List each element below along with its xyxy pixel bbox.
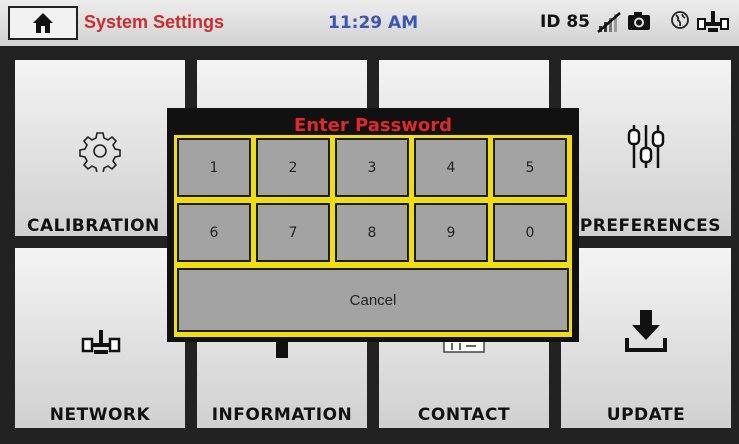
network-icon — [697, 11, 729, 32]
key-7[interactable]: 7 — [256, 203, 330, 262]
globe-icon — [671, 11, 689, 29]
key-8[interactable]: 8 — [335, 203, 409, 262]
key-1[interactable]: 1 — [177, 138, 251, 197]
cancel-button[interactable]: Cancel — [177, 268, 569, 332]
wifi-off-icon — [597, 12, 621, 33]
tile-preferences[interactable]: PREFERENCES — [561, 60, 731, 236]
sliders-icon — [627, 125, 665, 168]
tile-calibration[interactable]: CALIBRATION — [15, 60, 185, 236]
tile-label-contact: CONTACT — [417, 405, 511, 425]
clock: 11:29 AM — [328, 13, 419, 33]
tile-label-calibration: CALIBRATION — [27, 216, 160, 236]
page-title: System Settings — [84, 12, 225, 32]
dialog-title: Enter Password — [293, 115, 453, 136]
tile-network[interactable]: NETWORK — [15, 248, 185, 428]
info-icon — [276, 340, 288, 358]
key-6[interactable]: 6 — [177, 203, 251, 262]
home-icon — [33, 13, 53, 33]
gear-icon — [79, 132, 121, 172]
network-icon — [81, 330, 121, 354]
tile-label-information: INFORMATION — [211, 405, 353, 425]
key-5[interactable]: 5 — [493, 138, 567, 197]
camera-icon — [628, 12, 650, 30]
key-4[interactable]: 4 — [414, 138, 488, 197]
key-3[interactable]: 3 — [335, 138, 409, 197]
tile-label-update: UPDATE — [606, 405, 686, 425]
header-bar: System Settings 11:29 AM ID 85 — [0, 0, 739, 46]
contact-icon — [443, 340, 485, 353]
device-id: ID 85 — [540, 12, 591, 32]
tile-label-network: NETWORK — [49, 405, 151, 425]
tile-update[interactable]: UPDATE — [561, 248, 731, 428]
key-0[interactable]: 0 — [493, 203, 567, 262]
tile-label-preferences: PREFERENCES — [579, 216, 721, 236]
key-2[interactable]: 2 — [256, 138, 330, 197]
keypad: 1 2 3 4 5 6 7 8 9 0 Cancel — [174, 135, 572, 337]
key-9[interactable]: 9 — [414, 203, 488, 262]
download-icon — [625, 310, 667, 352]
home-button[interactable] — [8, 6, 78, 40]
password-dialog: Enter Password 1 2 3 4 5 6 7 8 9 0 Cance… — [167, 108, 579, 342]
